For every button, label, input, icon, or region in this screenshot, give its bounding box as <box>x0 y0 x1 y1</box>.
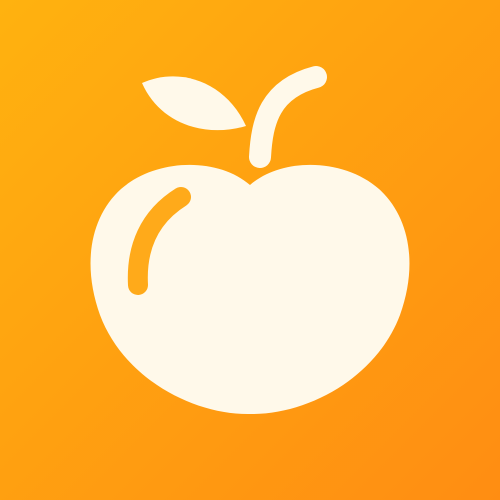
apple-icon <box>0 0 500 500</box>
app-icon-tile <box>0 0 500 500</box>
